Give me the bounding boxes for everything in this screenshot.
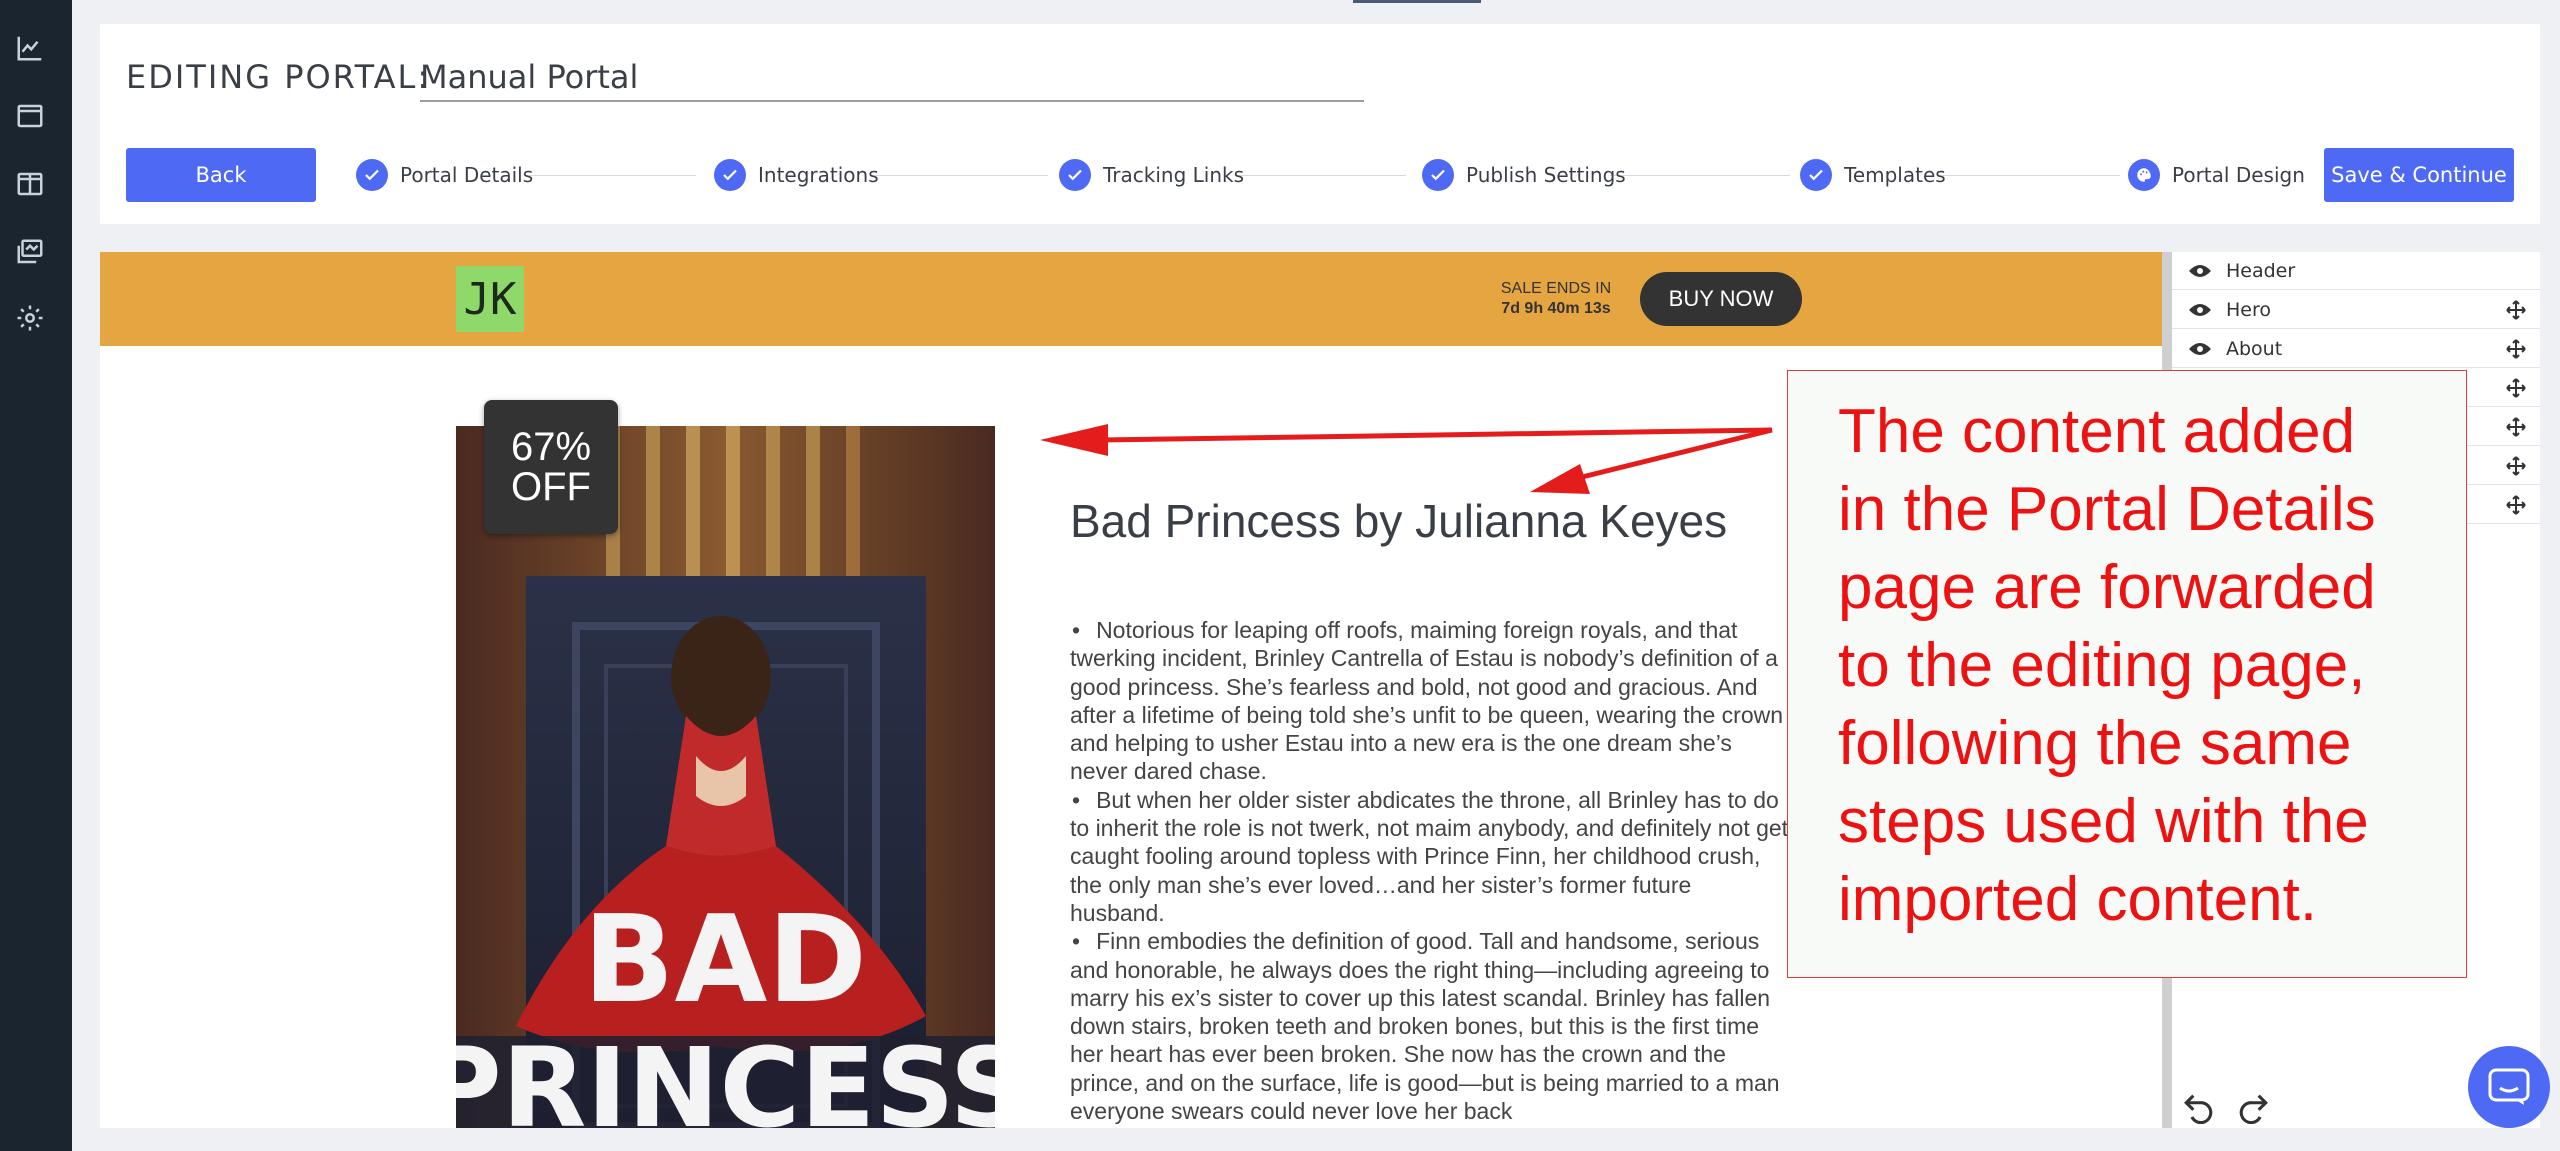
site-logo: JK: [456, 266, 524, 332]
save-continue-button[interactable]: Save & Continue: [2324, 148, 2514, 202]
left-sidebar: [0, 0, 72, 1151]
check-icon: [356, 159, 388, 191]
top-tab-indicator: [1353, 0, 1481, 3]
move-handle-icon[interactable]: [2506, 494, 2526, 515]
book-title: Bad Princess by Julianna Keyes: [1070, 495, 1728, 547]
eye-icon[interactable]: [2188, 341, 2212, 357]
section-label: Hero: [2226, 298, 2271, 321]
cover-title-line1: BAD: [583, 891, 867, 1030]
gear-icon[interactable]: [14, 302, 46, 334]
step-connector: [872, 175, 1048, 176]
step-publish-settings[interactable]: Publish Settings: [1422, 159, 1626, 191]
chart-icon[interactable]: [14, 32, 46, 64]
section-row-header[interactable]: Header: [2172, 252, 2540, 290]
step-connector: [1236, 175, 1406, 176]
undo-icon[interactable]: [2182, 1090, 2216, 1124]
step-label: Portal Details: [400, 163, 534, 187]
step-templates[interactable]: Templates: [1800, 159, 1946, 191]
countdown-timer: 7d 9h 40m 13s: [1501, 300, 1611, 317]
step-connector: [1940, 175, 2120, 176]
cover-title-line2: PRINCESS: [456, 1024, 995, 1128]
sale-label: SALE ENDS IN: [1500, 280, 1612, 297]
step-portal-design[interactable]: Portal Design: [2128, 159, 2305, 191]
step-tracking-links[interactable]: Tracking Links: [1059, 159, 1244, 191]
step-integrations[interactable]: Integrations: [714, 159, 879, 191]
library-icon[interactable]: [14, 236, 46, 268]
step-connector: [526, 175, 696, 176]
section-label: About: [2226, 337, 2283, 360]
eye-icon[interactable]: [2188, 302, 2212, 318]
check-icon: [714, 159, 746, 191]
step-portal-details[interactable]: Portal Details: [356, 159, 533, 191]
page-title: EDITING PORTAL:: [126, 58, 431, 96]
move-handle-icon[interactable]: [2506, 377, 2526, 398]
section-row-about[interactable]: About: [2172, 330, 2540, 368]
chat-icon: [2488, 1068, 2530, 1105]
move-handle-icon[interactable]: [2506, 299, 2526, 320]
site-header[interactable]: JK SALE ENDS IN 7d 9h 40m 13s BUY NOW: [100, 252, 2162, 346]
section-label: Header: [2226, 259, 2296, 282]
step-label: Integrations: [758, 163, 879, 187]
step-label: Templates: [1844, 163, 1946, 187]
move-handle-icon[interactable]: [2506, 338, 2526, 359]
step-label: Portal Design: [2172, 163, 2305, 187]
description-item: But when her older sister abdicates the …: [1070, 786, 1792, 927]
editor-panel: [100, 24, 2540, 224]
step-connector: [1610, 175, 1790, 176]
book-description: Notorious for leaping off roofs, maiming…: [1070, 616, 1792, 1125]
description-item: Finn embodies the definition of good. Ta…: [1070, 927, 1792, 1125]
annotation-text: The content added in the Portal Details …: [1838, 397, 2376, 934]
step-label: Publish Settings: [1466, 163, 1626, 187]
portal-name-input[interactable]: Manual Portal: [420, 56, 1364, 102]
check-icon: [1800, 159, 1832, 191]
buy-now-button[interactable]: BUY NOW: [1640, 272, 1802, 326]
back-button[interactable]: Back: [126, 148, 316, 202]
redo-icon[interactable]: [2236, 1090, 2270, 1124]
section-row-hero[interactable]: Hero: [2172, 291, 2540, 329]
eye-icon[interactable]: [2188, 263, 2212, 279]
palette-icon: [2128, 159, 2160, 191]
chat-launcher-button[interactable]: [2468, 1046, 2550, 1128]
move-handle-icon[interactable]: [2506, 416, 2526, 437]
discount-badge: 67% OFF: [484, 400, 618, 534]
move-handle-icon[interactable]: [2506, 455, 2526, 476]
discount-text: 67% OFF: [510, 425, 592, 509]
browser-icon[interactable]: [14, 100, 46, 132]
check-icon: [1059, 159, 1091, 191]
layout-icon[interactable]: [14, 168, 46, 200]
step-label: Tracking Links: [1103, 163, 1244, 187]
description-item: Notorious for leaping off roofs, maiming…: [1070, 616, 1792, 786]
annotation-callout: The content added in the Portal Details …: [1787, 370, 2467, 978]
check-icon: [1422, 159, 1454, 191]
